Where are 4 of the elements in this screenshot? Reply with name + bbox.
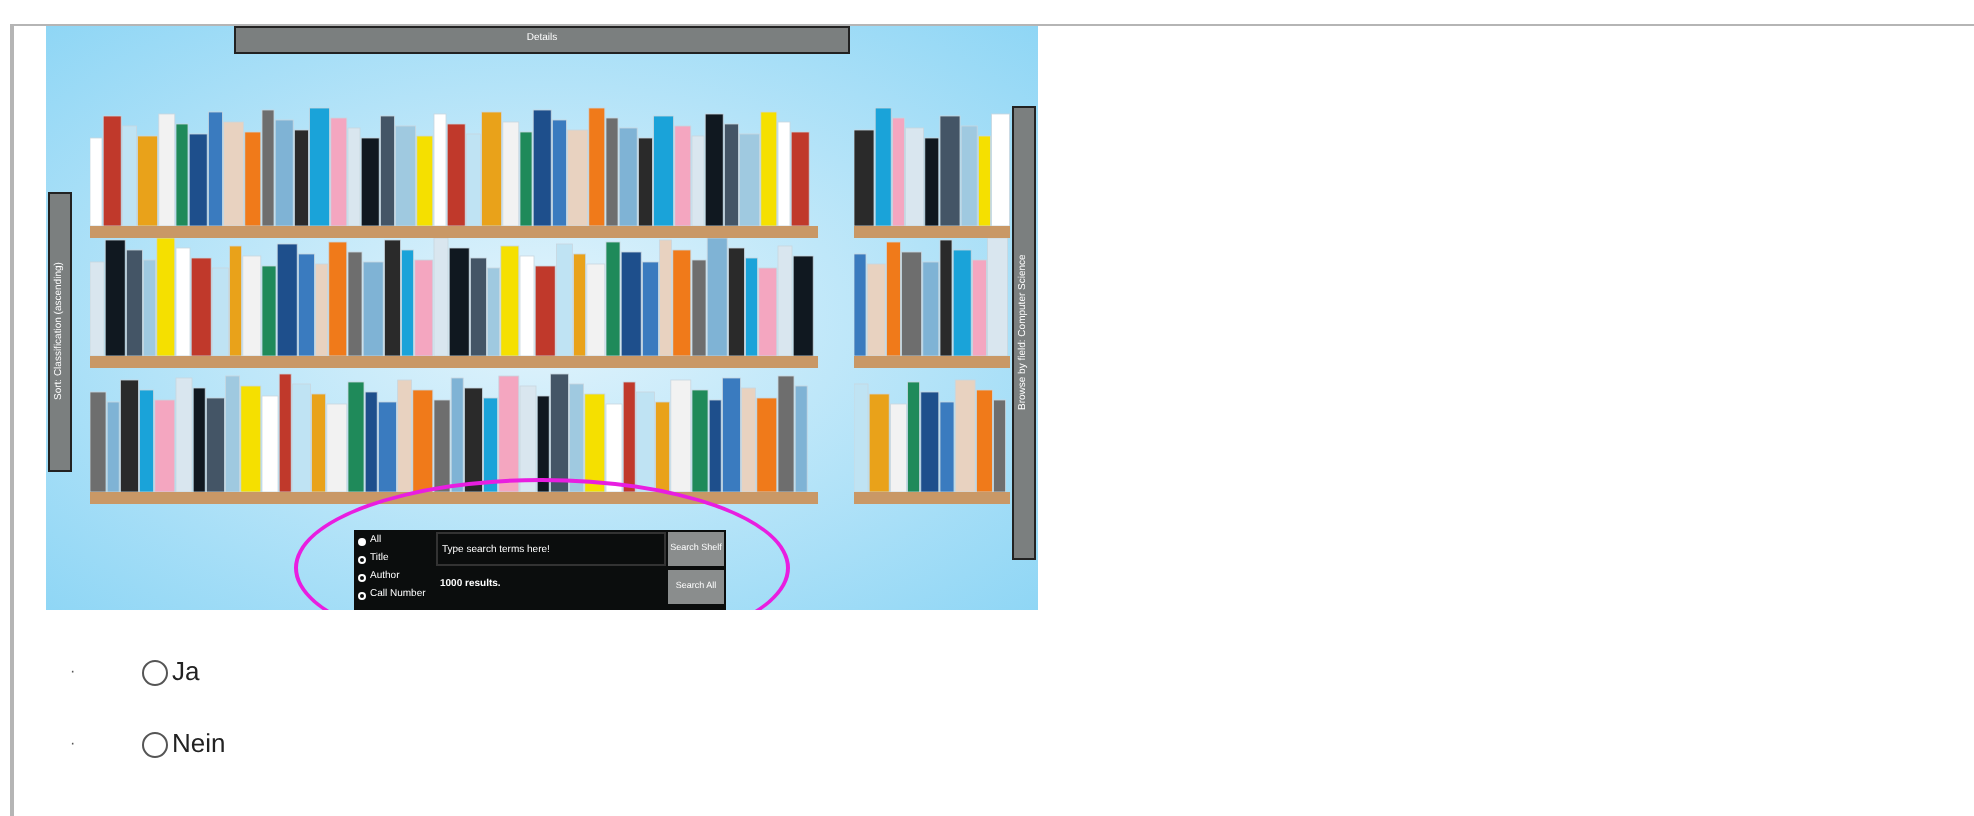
- bullet: ·: [68, 660, 78, 684]
- option-label: Nein: [172, 726, 226, 763]
- option-label: Ja: [172, 654, 200, 691]
- bullet: ·: [68, 732, 78, 756]
